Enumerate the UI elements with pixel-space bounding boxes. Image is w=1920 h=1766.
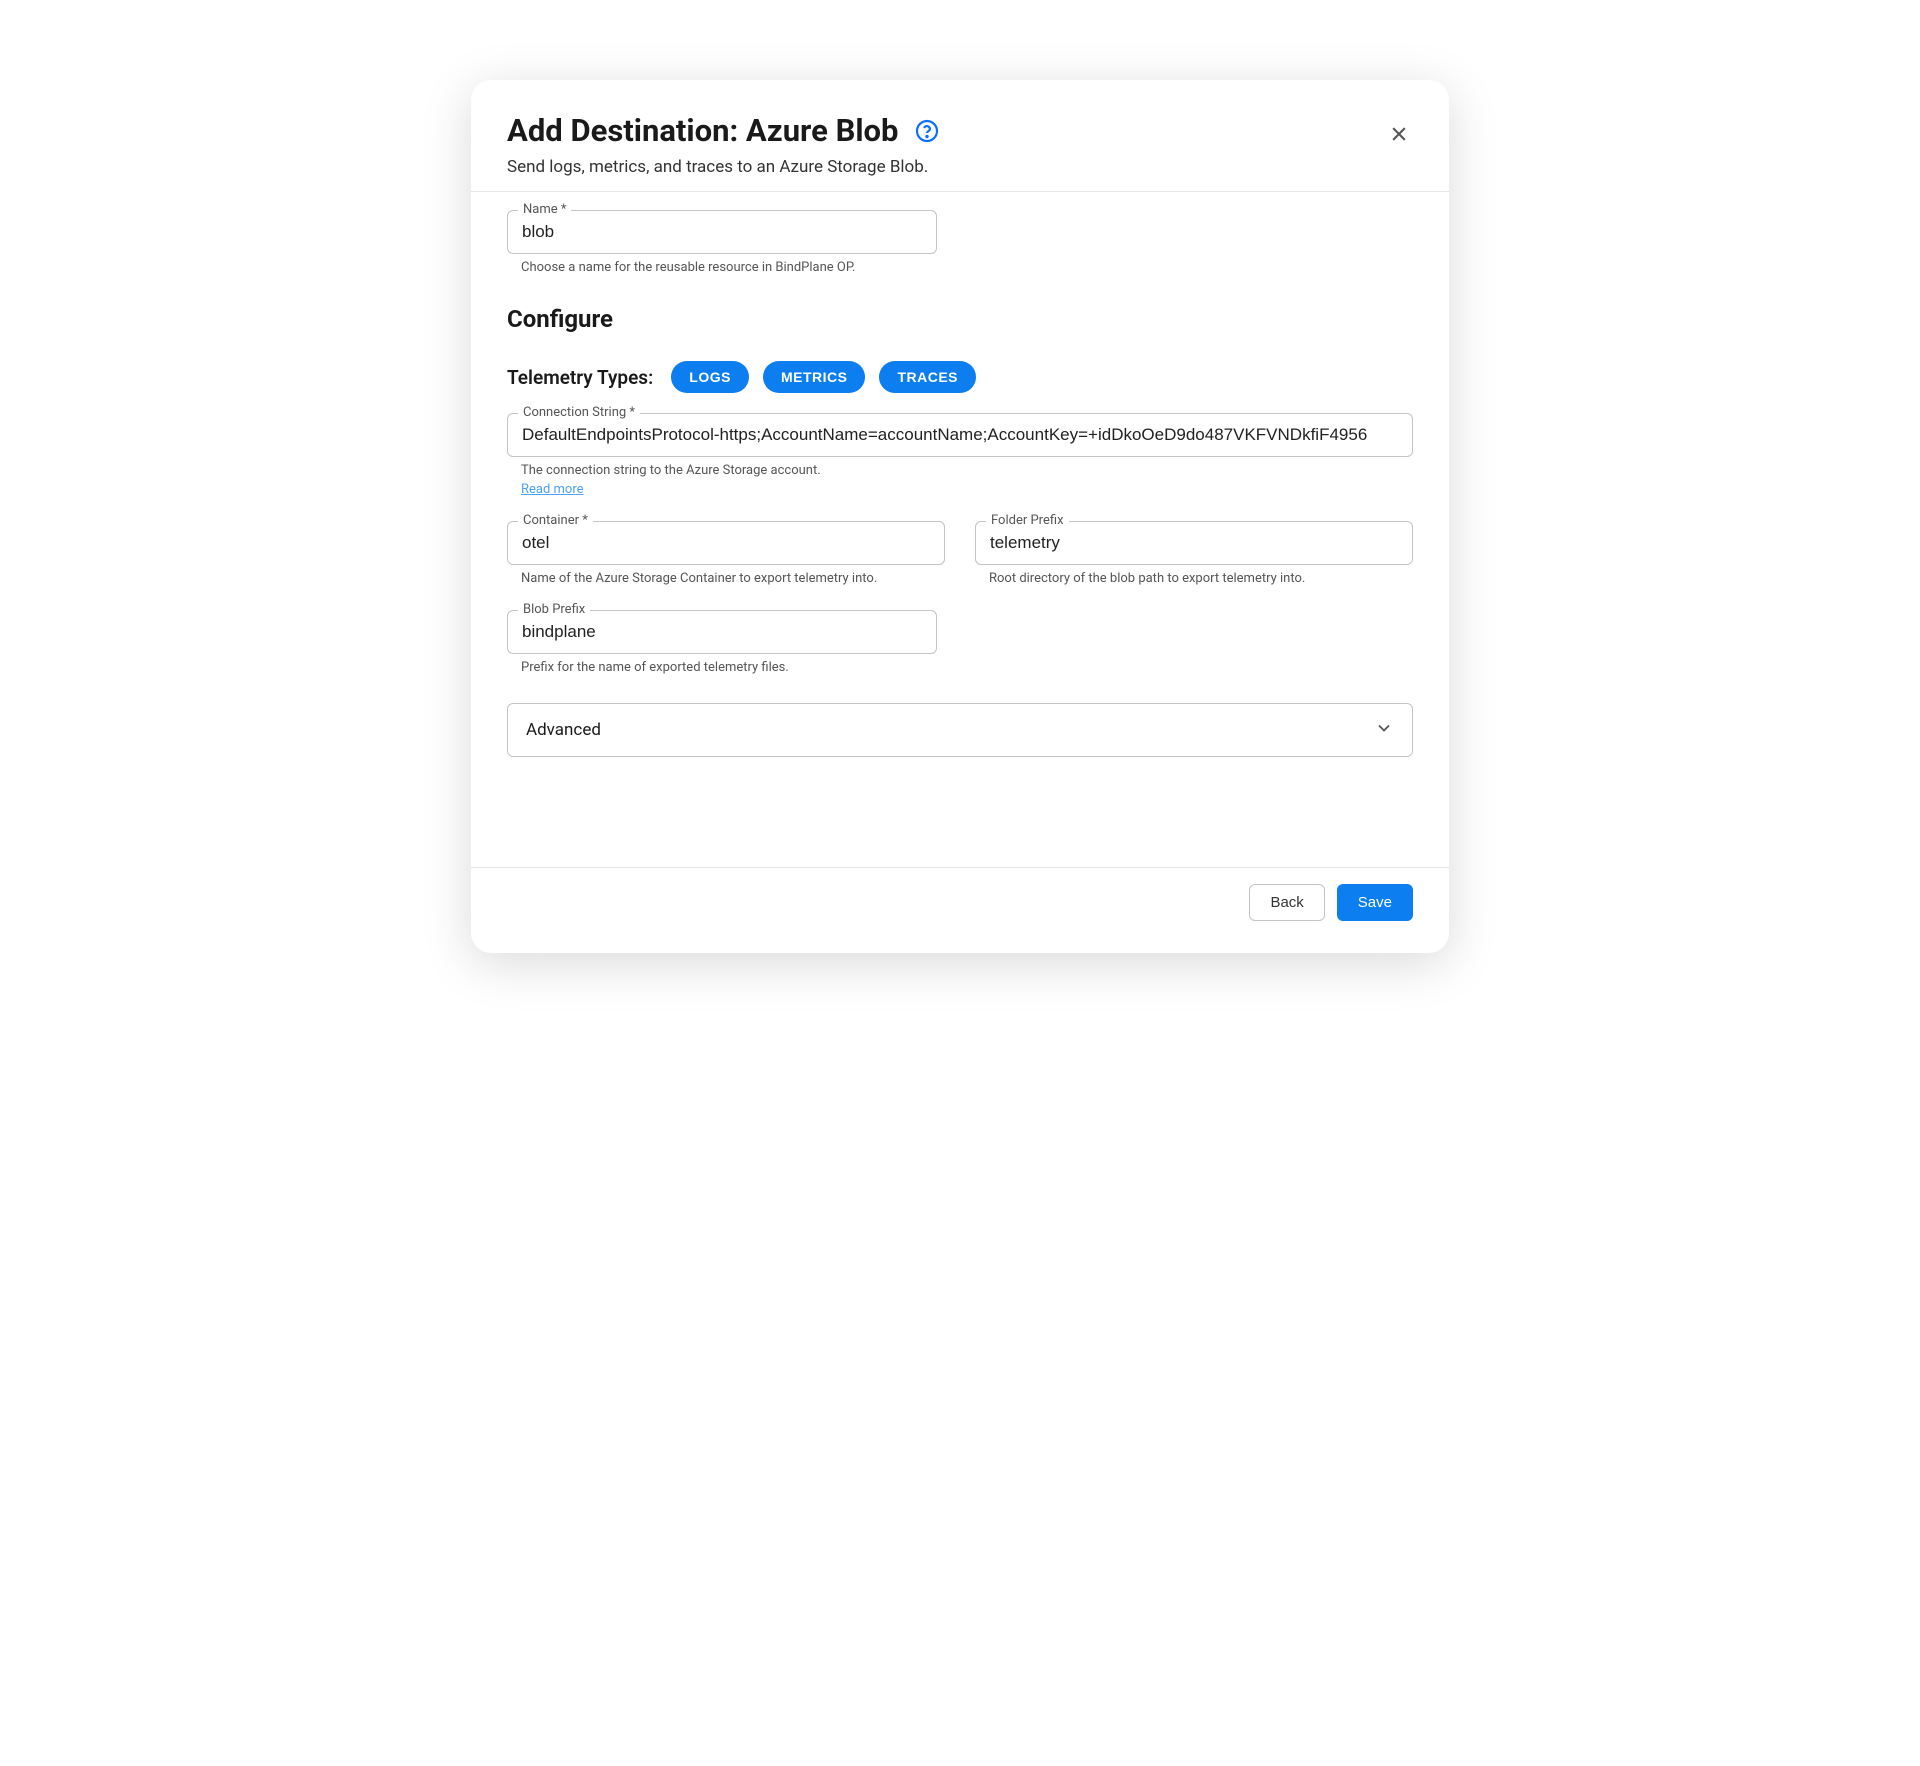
advanced-expander[interactable]: Advanced: [507, 703, 1413, 757]
container-label: Container *: [518, 513, 593, 528]
header-divider: [471, 191, 1449, 192]
container-helper: Name of the Azure Storage Container to e…: [507, 571, 945, 586]
close-icon: [1389, 124, 1409, 144]
name-field-label: Name *: [518, 202, 571, 217]
connection-string-helper: The connection string to the Azure Stora…: [507, 463, 1413, 478]
chevron-down-icon: [1374, 718, 1394, 742]
chip-metrics[interactable]: METRICS: [763, 361, 866, 393]
save-button[interactable]: Save: [1337, 884, 1413, 921]
container-col: Container * Name of the Azure Storage Co…: [507, 521, 945, 586]
connection-string-wrapper: Connection String * The connection strin…: [507, 413, 1413, 497]
advanced-label: Advanced: [526, 720, 601, 740]
name-field-helper: Choose a name for the reusable resource …: [507, 260, 937, 275]
blob-prefix-col: Blob Prefix Prefix for the name of expor…: [507, 610, 937, 675]
modal-dialog: Add Destination: Azure Blob Send logs, m…: [471, 80, 1449, 953]
folder-prefix-outline: Folder Prefix: [975, 521, 1413, 565]
name-field-outline: Name *: [507, 210, 937, 254]
connection-string-label: Connection String *: [518, 405, 640, 420]
connection-string-link[interactable]: Read more: [507, 482, 584, 497]
name-input[interactable]: [508, 211, 936, 253]
close-button[interactable]: [1385, 120, 1413, 151]
folder-prefix-helper: Root directory of the blob path to expor…: [975, 571, 1413, 586]
folder-prefix-input[interactable]: [976, 522, 1412, 564]
modal-title: Add Destination: Azure Blob: [507, 112, 899, 149]
configure-title: Configure: [507, 305, 1413, 333]
container-outline: Container *: [507, 521, 945, 565]
connection-string-input[interactable]: [508, 414, 1412, 456]
chip-traces[interactable]: TRACES: [879, 361, 976, 393]
name-field-wrapper: Name * Choose a name for the reusable re…: [507, 210, 937, 275]
container-input[interactable]: [508, 522, 944, 564]
header-text: Add Destination: Azure Blob Send logs, m…: [507, 112, 1385, 177]
connection-string-outline: Connection String *: [507, 413, 1413, 457]
blob-prefix-outline: Blob Prefix: [507, 610, 937, 654]
modal-header: Add Destination: Azure Blob Send logs, m…: [507, 112, 1413, 177]
blob-prefix-input[interactable]: [508, 611, 936, 653]
blob-prefix-helper: Prefix for the name of exported telemetr…: [507, 660, 937, 675]
modal-subtitle: Send logs, metrics, and traces to an Azu…: [507, 157, 1385, 177]
modal-footer: Back Save: [471, 867, 1449, 921]
row-blob-prefix: Blob Prefix Prefix for the name of expor…: [507, 610, 1413, 675]
telemetry-row: Telemetry Types: LOGS METRICS TRACES: [507, 361, 1413, 393]
row-container-folder: Container * Name of the Azure Storage Co…: [507, 521, 1413, 586]
folder-prefix-col: Folder Prefix Root directory of the blob…: [975, 521, 1413, 586]
back-button[interactable]: Back: [1249, 884, 1324, 921]
telemetry-label: Telemetry Types:: [507, 366, 653, 389]
folder-prefix-label: Folder Prefix: [986, 513, 1069, 528]
help-icon[interactable]: [915, 119, 939, 143]
modal-title-row: Add Destination: Azure Blob: [507, 112, 1385, 149]
form-body: Name * Choose a name for the reusable re…: [507, 210, 1413, 757]
blob-prefix-label: Blob Prefix: [518, 602, 590, 617]
chip-logs[interactable]: LOGS: [671, 361, 749, 393]
